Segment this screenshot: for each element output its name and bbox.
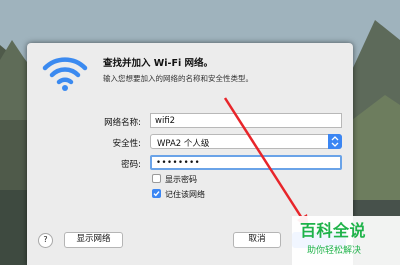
watermark-brand: 百科全说 bbox=[300, 221, 367, 240]
watermark-slogan: 助你轻松解决 bbox=[307, 246, 362, 256]
watermark: 百科全说 助你轻松解决 bbox=[292, 216, 400, 265]
